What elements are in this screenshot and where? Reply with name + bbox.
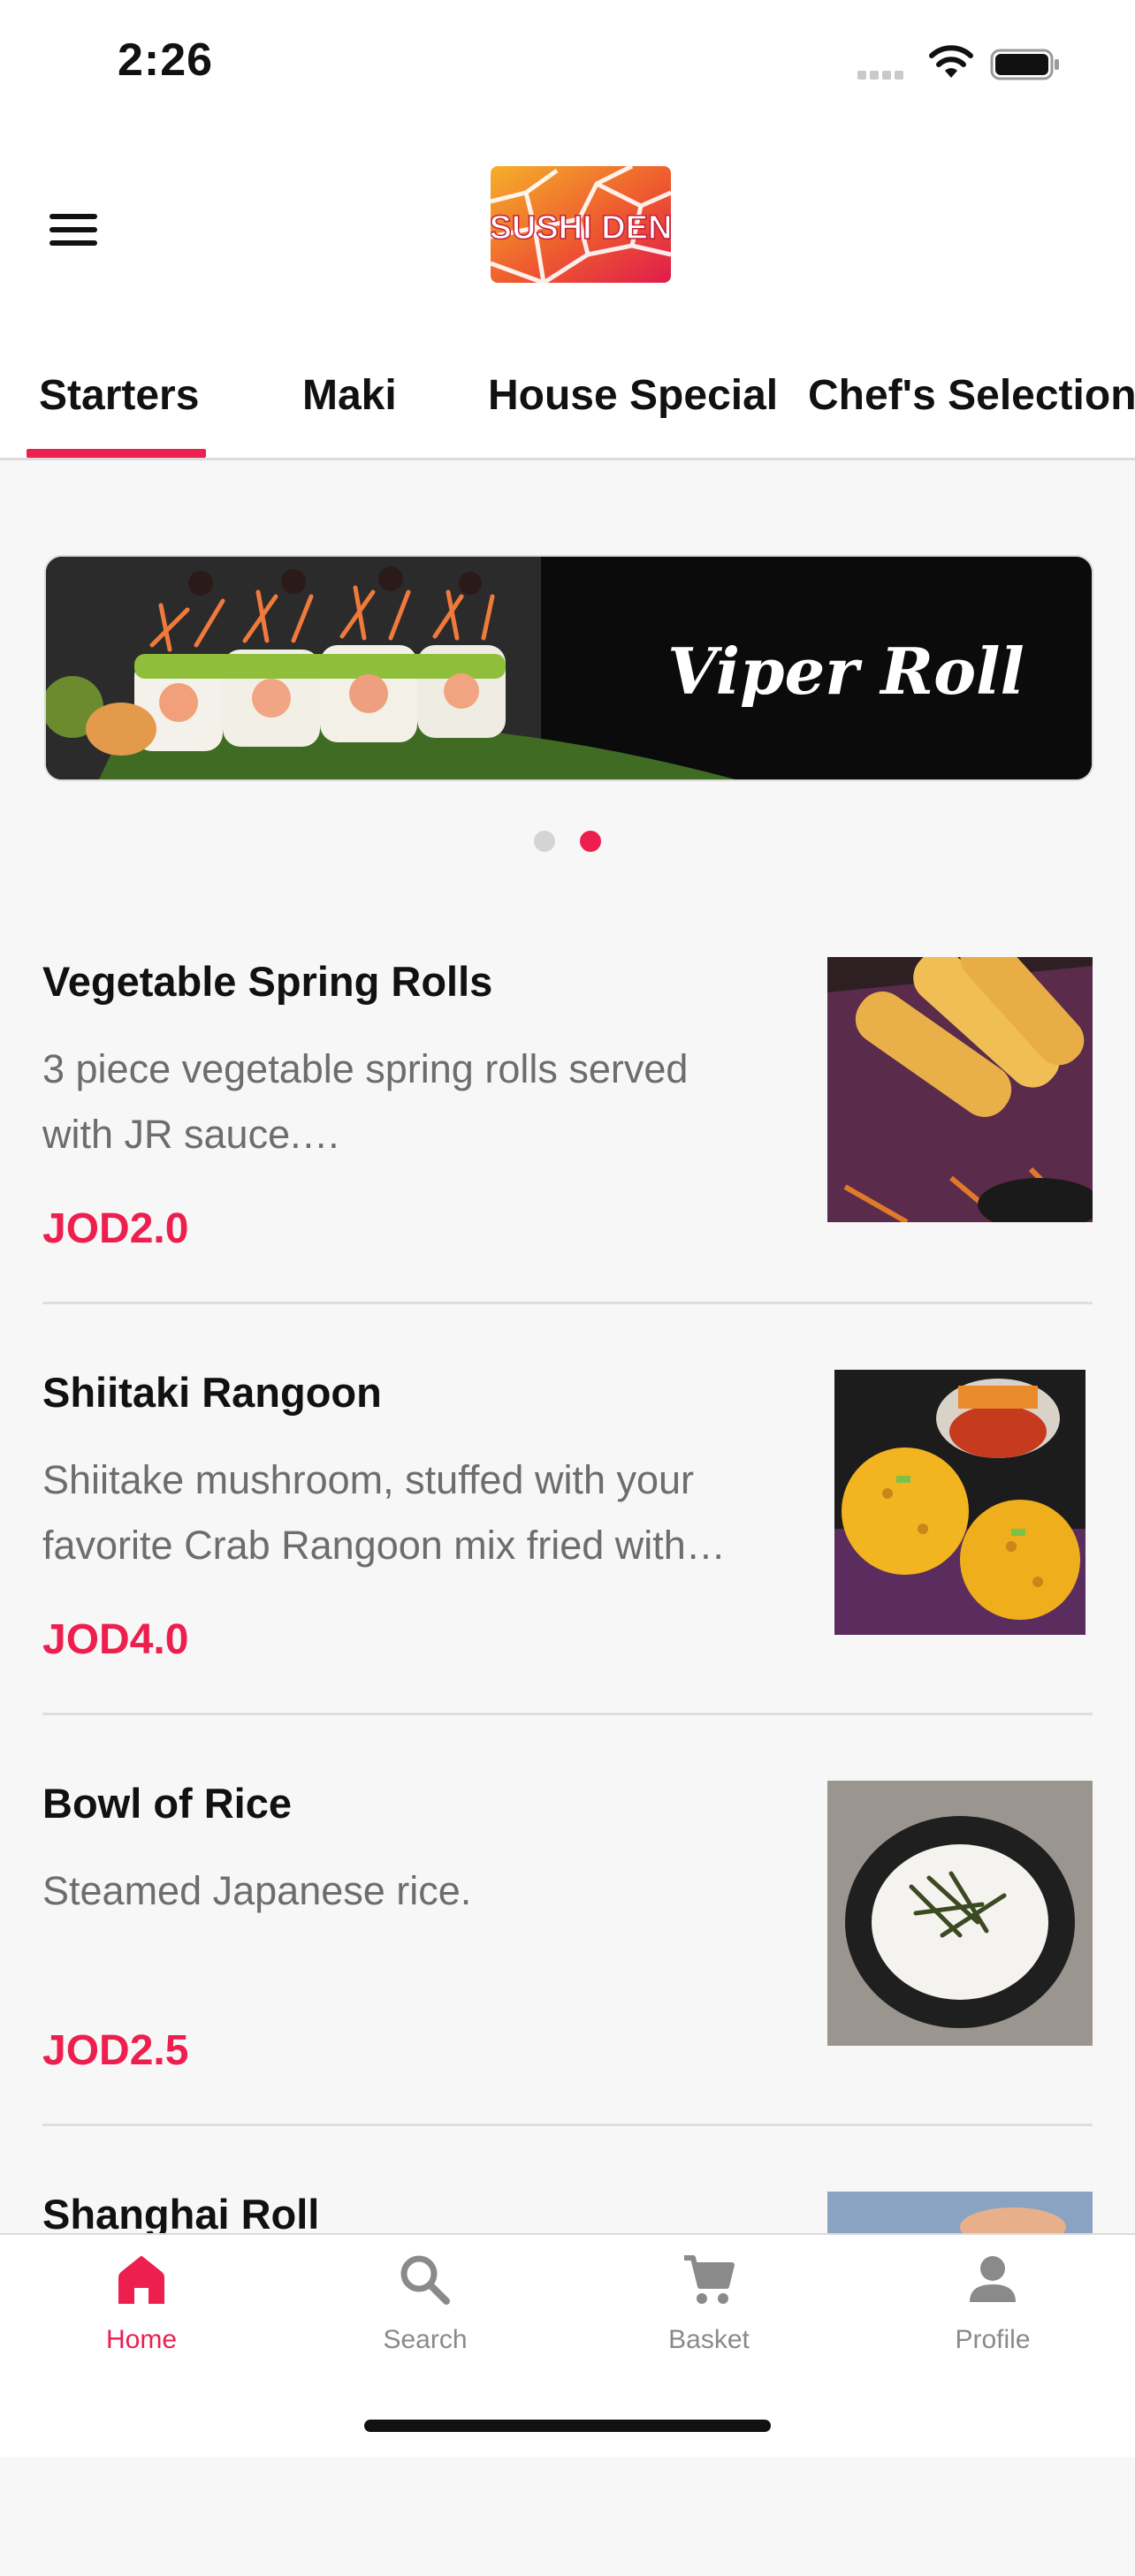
nav-home-label: Home	[105, 2325, 178, 2354]
item-divider	[42, 1302, 1093, 1304]
item-title: Vegetable Spring Rolls	[42, 958, 493, 1005]
menu-item[interactable]: Vegetable Spring Rolls 3 piece vegetable…	[42, 932, 1093, 1343]
nav-profile-label: Profile	[955, 2325, 1031, 2354]
item-description: Shiitake mushroom, stuffed with your fav…	[42, 1457, 726, 1568]
item-price: JOD2.0	[42, 1205, 189, 1252]
home-icon	[118, 2256, 164, 2304]
profile-icon	[970, 2256, 1016, 2302]
pagination-dot-1[interactable]	[534, 831, 555, 852]
promo-banner[interactable]: Viper Roll	[44, 555, 1093, 781]
nav-home[interactable]: Home	[53, 2253, 230, 2385]
item-price: JOD2.5	[42, 2027, 189, 2074]
home-indicator[interactable]	[364, 2420, 771, 2432]
hamburger-menu-button[interactable]	[44, 203, 103, 256]
menu-item[interactable]: Bowl of Rice Steamed Japanese rice. JOD2…	[42, 1754, 1093, 2165]
item-title: Bowl of Rice	[42, 1780, 293, 1827]
battery-icon	[990, 49, 1059, 80]
item-price: JOD4.0	[42, 1616, 189, 1663]
status-time: 2:26	[118, 34, 214, 86]
item-image-bowl-of-rice	[827, 1781, 1093, 2046]
svg-text:SUSHI DEN: SUSHI DEN	[491, 209, 671, 247]
tab-maki[interactable]: Maki	[302, 371, 397, 420]
item-divider	[42, 1713, 1093, 1715]
banner-title: Viper Roll	[667, 634, 1025, 709]
item-title: Shanghai Roll	[42, 2191, 320, 2238]
nav-search-label: Search	[383, 2325, 468, 2354]
nav-basket-label: Basket	[668, 2325, 750, 2354]
banner-pagination	[0, 831, 1135, 857]
item-description: 3 piece vegetable spring rolls served wi…	[42, 1046, 689, 1157]
item-image-shiitaki-rangoon	[834, 1370, 1085, 1635]
search-icon	[400, 2255, 450, 2305]
tab-starters[interactable]: Starters	[39, 371, 199, 420]
item-image-spring-rolls	[827, 957, 1093, 1222]
cellular-signal-icon	[857, 58, 912, 80]
pagination-dot-2[interactable]	[580, 831, 601, 852]
app-header: SUSHI DEN	[0, 133, 1135, 327]
sushi-den-logo: SUSHI DEN	[491, 166, 671, 283]
nav-search[interactable]: Search	[337, 2253, 514, 2385]
cart-icon	[684, 2255, 735, 2304]
active-tab-indicator	[27, 449, 206, 458]
item-title: Shiitaki Rangoon	[42, 1369, 382, 1416]
category-tabs: Starters Maki House Special Chef's Selec…	[0, 327, 1135, 460]
nav-profile[interactable]: Profile	[904, 2253, 1081, 2385]
wifi-icon	[929, 45, 973, 78]
menu-item[interactable]: Shiitaki Rangoon Shiitake mushroom, stuf…	[42, 1343, 1093, 1754]
item-divider	[42, 2124, 1093, 2126]
tab-chefs-selection[interactable]: Chef's Selection	[808, 371, 1135, 420]
item-description: Steamed Japanese rice.	[42, 1868, 472, 1913]
nav-basket[interactable]: Basket	[621, 2253, 797, 2385]
status-bar: 2:26	[0, 0, 1135, 133]
tab-house-special[interactable]: House Special	[488, 371, 778, 420]
